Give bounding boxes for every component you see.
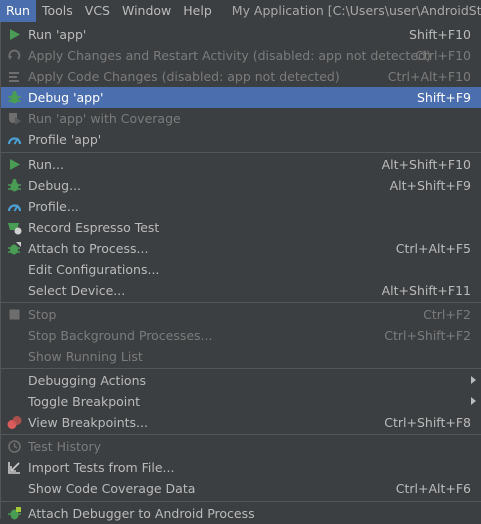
menu-item-shortcut: Ctrl+F10 [415, 48, 471, 63]
profile-icon [7, 137, 22, 145]
menu-item-show-code-coverage-data[interactable]: Show Code Coverage Data Ctrl+Alt+F6 [1, 478, 481, 499]
run-icon [10, 29, 20, 40]
menu-item-debug-app[interactable]: Debug 'app' Shift+F9 [1, 87, 481, 108]
menu-item-view-breakpoints[interactable]: View Breakpoints... Ctrl+Shift+F8 [1, 412, 481, 433]
menu-separator [1, 368, 481, 369]
import-icon [8, 462, 20, 474]
menu-help[interactable]: Help [177, 0, 218, 22]
menu-separator [1, 302, 481, 303]
menu-item-label: Import Tests from File... [28, 460, 175, 475]
stop-icon [9, 309, 20, 320]
menu-item-label: Debug 'app' [28, 90, 104, 105]
menu-item-shortcut: Shift+F10 [409, 27, 471, 42]
menu-item-shortcut: Ctrl+Shift+F2 [384, 328, 471, 343]
profile-icon [7, 204, 22, 212]
menu-item-label: Debugging Actions [28, 373, 147, 388]
menu-item-shortcut: Ctrl+Alt+F5 [395, 241, 471, 256]
menu-item-attach-to-process[interactable]: Attach to Process... Ctrl+Alt+F5 [1, 238, 481, 259]
menu-item-toggle-breakpoint[interactable]: Toggle Breakpoint [1, 391, 481, 412]
menu-item-label: Attach Debugger to Android Process [28, 506, 255, 521]
menu-item-label: Select Device... [28, 283, 126, 298]
menu-item-label: Toggle Breakpoint [28, 394, 141, 409]
menu-item-label: Stop Background Processes... [28, 328, 213, 343]
menu-item-label: Run 'app' [28, 27, 87, 42]
menu-window[interactable]: Window [116, 0, 177, 22]
menu-item-label: Profile 'app' [28, 132, 102, 147]
menu-run[interactable]: Run [0, 0, 36, 22]
submenu-arrow-icon [471, 397, 476, 405]
menu-separator [1, 501, 481, 502]
menu-item-label: Stop [28, 307, 57, 322]
menu-item-label: View Breakpoints... [28, 415, 148, 430]
run-icon [10, 159, 20, 170]
menu-item-edit-configurations[interactable]: Edit Configurations... [1, 259, 481, 280]
espresso-icon [8, 223, 22, 235]
menu-item-label: Debug... [28, 178, 82, 193]
menu-item-shortcut: Ctrl+Alt+F10 [387, 69, 471, 84]
menu-item-shortcut: Alt+Shift+F9 [389, 178, 471, 193]
menu-item-label: Apply Code Changes (disabled: app not de… [28, 69, 340, 84]
debug-icon [8, 91, 21, 104]
menu-item-shortcut: Shift+F9 [416, 90, 471, 105]
menu-item-label: Record Espresso Test [28, 220, 160, 235]
menu-item-shortcut: Alt+Shift+F11 [381, 283, 471, 298]
menu-item-run[interactable]: Run... Alt+Shift+F10 [1, 154, 481, 175]
menu-separator [1, 434, 481, 435]
menu-separator [1, 152, 481, 153]
menu-item-label: Apply Changes and Restart Activity (disa… [28, 48, 431, 63]
debug-icon [8, 179, 21, 192]
menu-item-debug[interactable]: Debug... Alt+Shift+F9 [1, 175, 481, 196]
menu-item-apply-code-changes[interactable]: Apply Code Changes (disabled: app not de… [1, 66, 481, 87]
menu-item-run-app[interactable]: Run 'app' Shift+F10 [1, 24, 481, 45]
menu-vcs[interactable]: VCS [79, 0, 116, 22]
menu-item-attach-debugger-android[interactable]: Attach Debugger to Android Process [1, 503, 481, 524]
menu-item-label: Show Code Coverage Data [28, 481, 196, 496]
window-title: My Application [C:\Users\user\AndroidStu… [231, 3, 481, 18]
menu-item-select-device[interactable]: Select Device... Alt+Shift+F11 [1, 280, 481, 301]
history-icon [8, 440, 21, 453]
menu-item-import-tests-from-file[interactable]: Import Tests from File... [1, 457, 481, 478]
menu-item-label: Profile... [28, 199, 79, 214]
menu-tools[interactable]: Tools [36, 0, 79, 22]
coverage-icon [9, 113, 21, 125]
menu-item-shortcut: Ctrl+F2 [423, 307, 471, 322]
menu-item-label: Show Running List [28, 349, 143, 364]
menu-item-test-history[interactable]: Test History [1, 436, 481, 457]
menu-item-record-espresso-test[interactable]: Record Espresso Test [1, 217, 481, 238]
breakpoints-icon [7, 416, 22, 429]
menu-item-stop-background-processes[interactable]: Stop Background Processes... Ctrl+Shift+… [1, 325, 481, 346]
submenu-arrow-icon [471, 376, 476, 384]
menu-item-run-with-coverage[interactable]: Run 'app' with Coverage [1, 108, 481, 129]
menu-item-label: Attach to Process... [28, 241, 149, 256]
apply-code-icon [9, 72, 19, 82]
menu-bar: Run Tools VCS Window Help My Application… [0, 0, 481, 22]
menu-item-label: Run 'app' with Coverage [28, 111, 181, 126]
attach-icon [8, 242, 21, 255]
menu-item-shortcut: Ctrl+Alt+F6 [395, 481, 471, 496]
menu-item-label: Test History [28, 439, 102, 454]
menu-item-label: Edit Configurations... [28, 262, 160, 277]
menu-item-profile[interactable]: Profile... [1, 196, 481, 217]
menu-item-apply-changes-restart[interactable]: Apply Changes and Restart Activity (disa… [1, 45, 481, 66]
menu-item-debugging-actions[interactable]: Debugging Actions [1, 370, 481, 391]
menu-item-label: Run... [28, 157, 64, 172]
apply-changes-icon [8, 49, 21, 60]
menu-item-shortcut: Ctrl+Shift+F8 [384, 415, 471, 430]
menu-item-shortcut: Alt+Shift+F10 [381, 157, 471, 172]
menu-item-stop[interactable]: Stop Ctrl+F2 [1, 304, 481, 325]
menu-item-profile-app[interactable]: Profile 'app' [1, 129, 481, 150]
menu-item-show-running-list[interactable]: Show Running List [1, 346, 481, 367]
run-menu-dropdown: Run 'app' Shift+F10 Apply Changes and Re… [0, 22, 481, 521]
